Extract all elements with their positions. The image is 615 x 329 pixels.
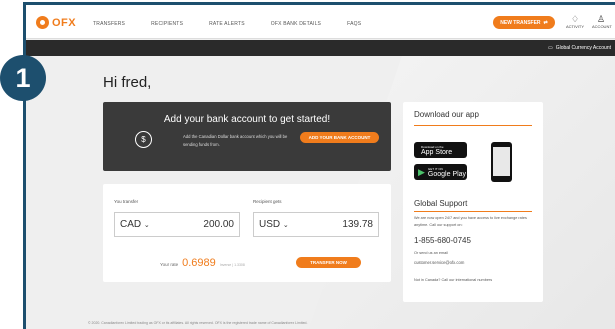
nav-link-transfers[interactable]: TRANSFERS <box>93 21 125 27</box>
download-app-title: Download our app <box>414 110 479 119</box>
to-amount[interactable]: 139.78 <box>342 219 373 230</box>
from-amount-field[interactable]: CAD ⌄ 200.00 <box>114 212 240 237</box>
chevron-down-icon: ⌄ <box>143 222 150 229</box>
app-store-button[interactable]: Download on the App Store <box>414 142 467 158</box>
add-bank-description: Add the Canadian Dollar bank account whi… <box>183 134 288 147</box>
support-phone[interactable]: 1-855-680-0745 <box>414 236 471 245</box>
rate-label: Your rate <box>160 262 179 267</box>
rate-value: 0.6989 <box>182 257 216 269</box>
phone-image <box>491 142 512 182</box>
transfer-icon: ⇄ <box>543 19 548 26</box>
activity-button[interactable]: ♢ ACTIVITY <box>566 14 584 29</box>
from-amount[interactable]: 200.00 <box>203 219 234 230</box>
play-icon: ▶ <box>418 166 425 177</box>
recipient-gets-label: Recipient gets <box>253 199 282 204</box>
activity-label: ACTIVITY <box>566 24 585 29</box>
new-transfer-button[interactable]: NEW TRANSFER ⇄ <box>493 16 555 29</box>
email-label: Or send us an email <box>414 251 448 255</box>
support-email[interactable]: customer.service@ofx.com <box>414 259 536 266</box>
nav-links: TRANSFERS RECIPIENTS RATE ALERTS OFX BAN… <box>93 21 387 27</box>
account-label: ACCOUNT <box>592 24 612 29</box>
transfer-card: You transfer CAD ⌄ 200.00 Recipient gets… <box>103 184 391 282</box>
bell-icon: ♢ <box>570 14 580 24</box>
screenshot-frame: 1 OFX TRANSFERS RECIPIENTS RATE ALERTS O… <box>0 0 615 329</box>
divider <box>414 211 532 212</box>
global-currency-bar: ▭ Global Currency Account <box>26 40 615 56</box>
to-amount-field[interactable]: USD ⌄ 139.78 <box>253 212 379 237</box>
global-support-title: Global Support <box>414 199 468 208</box>
from-currency-select[interactable]: CAD ⌄ <box>120 219 150 230</box>
new-transfer-label: NEW TRANSFER <box>500 19 541 26</box>
chevron-down-icon: ⌄ <box>282 222 289 229</box>
you-transfer-label: You transfer <box>114 199 139 204</box>
add-bank-account-button[interactable]: ADD YOUR BANK ACCOUNT <box>300 132 379 143</box>
dollar-icon: $ <box>135 131 152 148</box>
top-nav: OFX TRANSFERS RECIPIENTS RATE ALERTS OFX… <box>26 5 615 39</box>
ofx-logo[interactable]: OFX <box>36 16 76 29</box>
wallet-icon: ▭ <box>547 45 553 51</box>
global-currency-account-link[interactable]: Global Currency Account <box>556 45 611 51</box>
account-button[interactable]: ♙ ACCOUNT <box>592 14 612 29</box>
greeting: Hi fred, <box>103 74 152 91</box>
nav-link-rate-alerts[interactable]: RATE ALERTS <box>209 21 245 27</box>
divider <box>414 125 532 126</box>
nav-link-faqs[interactable]: FAQS <box>347 21 361 27</box>
user-icon: ♙ <box>596 14 606 24</box>
exchange-rate: Your rate 0.6989 Inverse | 1.3308 <box>160 257 245 269</box>
to-currency-select[interactable]: USD ⌄ <box>259 219 289 230</box>
logo-text: OFX <box>52 16 77 29</box>
step-badge: 1 <box>0 55 46 101</box>
transfer-now-button[interactable]: TRANSFER NOW <box>296 257 361 268</box>
support-text: We are now open 24/7 and you have access… <box>414 216 527 227</box>
nav-link-bank-details[interactable]: OFX BANK DETAILS <box>271 21 321 27</box>
add-bank-title: Add your bank account to get started! <box>163 114 331 125</box>
logo-icon <box>36 16 49 29</box>
international-numbers-link[interactable]: Not in Canada? Call our international nu… <box>414 277 536 284</box>
rate-inverse: Inverse | 1.3308 <box>219 263 245 267</box>
side-panel: Download our app Download on the App Stor… <box>403 102 543 302</box>
nav-link-recipients[interactable]: RECIPIENTS <box>151 21 183 27</box>
footer-text: © 2020. Canadianforex Limited trading as… <box>88 321 308 325</box>
browser-window: OFX TRANSFERS RECIPIENTS RATE ALERTS OFX… <box>23 2 615 329</box>
google-play-button[interactable]: ▶ GET IT ON Google Play <box>414 164 467 180</box>
add-bank-card: Add your bank account to get started! $ … <box>103 102 391 171</box>
